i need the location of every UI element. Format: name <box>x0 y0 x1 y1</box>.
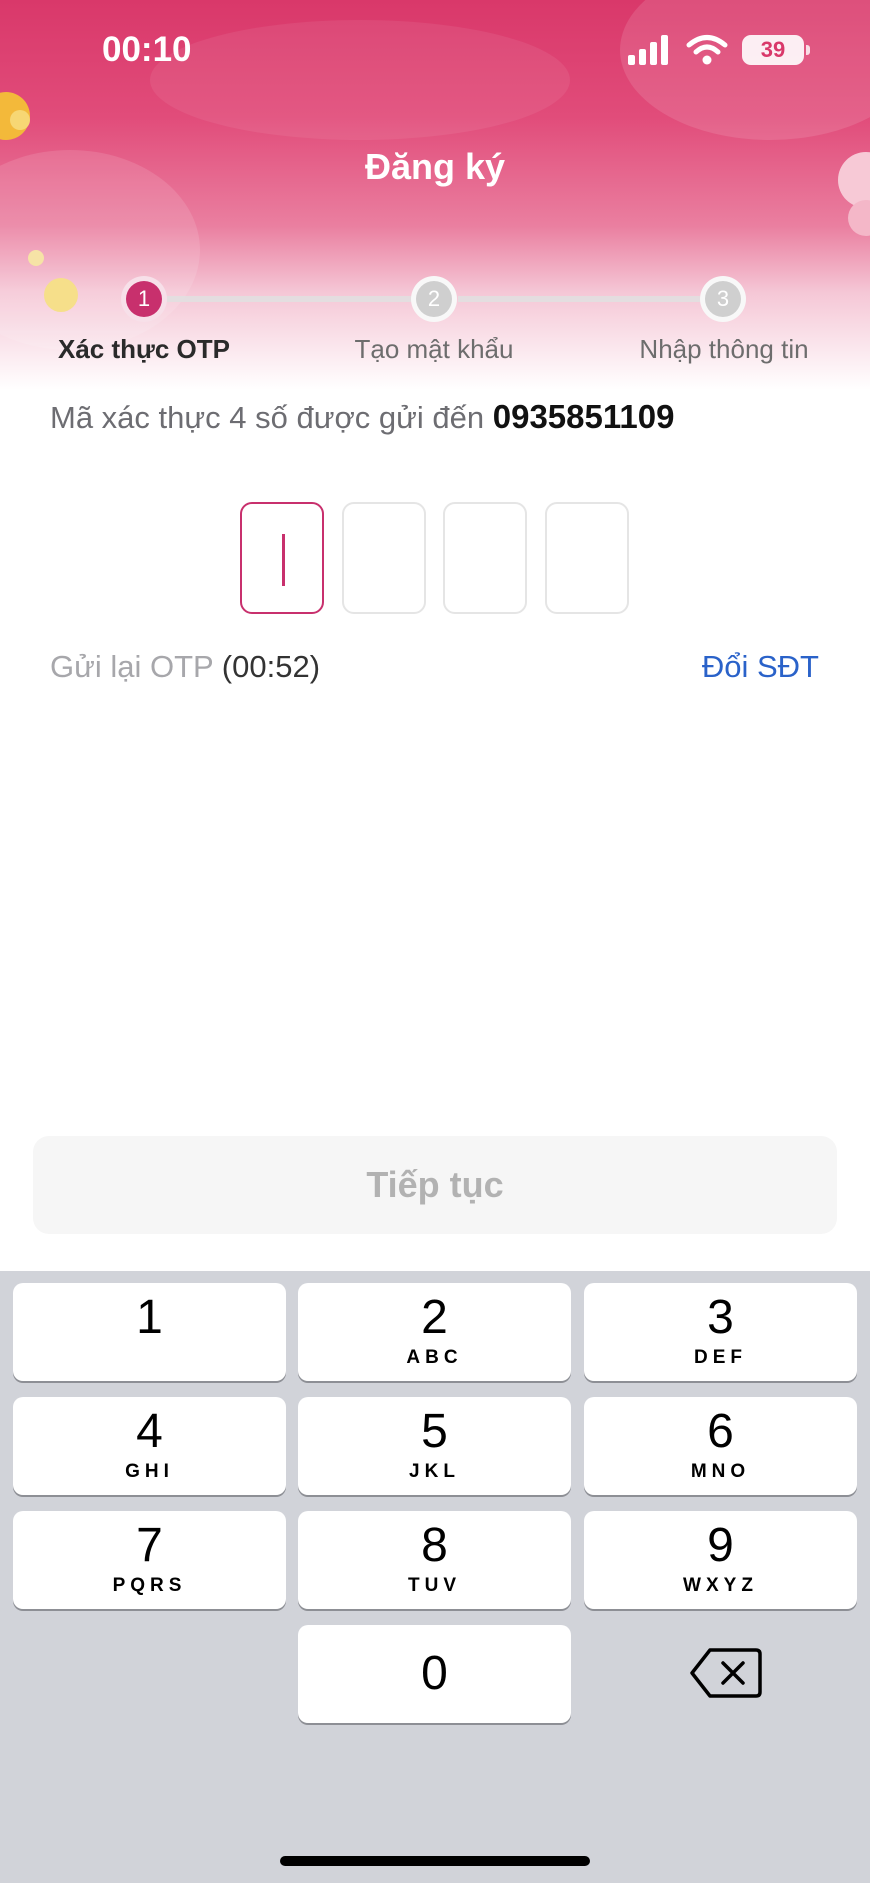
key-digit: 5 <box>421 1405 448 1458</box>
otp-digit-1[interactable] <box>240 502 324 614</box>
status-icons: 39 <box>628 34 810 66</box>
key-digit: 9 <box>707 1519 734 1572</box>
key-1[interactable]: 1 <box>13 1283 286 1381</box>
resend-timer: (00:52) <box>221 649 321 684</box>
key-digit: 8 <box>421 1519 448 1572</box>
key-2[interactable]: 2 ABC <box>298 1283 571 1381</box>
key-5[interactable]: 5 JKL <box>298 1397 571 1495</box>
otp-digit-3[interactable] <box>443 502 527 614</box>
key-letters: PQRS <box>112 1575 187 1596</box>
key-0[interactable]: 0 <box>298 1625 571 1723</box>
step-1-indicator: 1 <box>121 276 167 322</box>
key-digit: 0 <box>421 1647 448 1700</box>
key-letters: DEF <box>694 1347 747 1368</box>
key-letters: ABC <box>406 1347 463 1368</box>
key-digit: 7 <box>136 1519 163 1572</box>
key-7[interactable]: 7 PQRS <box>13 1511 286 1609</box>
resend-label: Gửi lại OTP <box>50 649 214 684</box>
key-letters: GHI <box>125 1461 174 1482</box>
key-6[interactable]: 6 MNO <box>584 1397 857 1495</box>
wifi-icon <box>686 35 728 65</box>
step-2-label: Tạo mật khẩu <box>354 334 514 364</box>
key-3[interactable]: 3 DEF <box>584 1283 857 1381</box>
key-digit: 3 <box>707 1291 734 1344</box>
header-banner: 00:10 39 Đăng ký 1 2 3 Xác thực OTP Tạo … <box>0 0 870 390</box>
key-letters: MNO <box>690 1461 751 1482</box>
battery-icon: 39 <box>742 35 810 65</box>
otp-digit-2[interactable] <box>342 502 426 614</box>
key-9[interactable]: 9 WXYZ <box>584 1511 857 1609</box>
key-digit: 1 <box>136 1291 163 1344</box>
key-letters: TUV <box>408 1575 461 1596</box>
backspace-icon[interactable] <box>688 1646 764 1700</box>
otp-info-text: Mã xác thực 4 số được gửi đến 0935851109 <box>50 398 674 436</box>
key-letters: JKL <box>409 1461 460 1482</box>
status-time: 00:10 <box>102 30 192 69</box>
signal-icon <box>628 35 668 65</box>
continue-button[interactable]: Tiếp tục <box>33 1136 837 1234</box>
key-4[interactable]: 4 GHI <box>13 1397 286 1495</box>
otp-digit-4[interactable] <box>545 502 629 614</box>
key-letters: WXYZ <box>683 1575 758 1596</box>
step-3-indicator: 3 <box>700 276 746 322</box>
step-3-label: Nhập thông tin <box>639 334 809 364</box>
page-title: Đăng ký <box>364 146 506 187</box>
stepper-line <box>167 296 411 302</box>
phone-number: 0935851109 <box>492 398 675 435</box>
otp-message: Mã xác thực 4 số được gửi đến <box>50 400 485 435</box>
resend-otp[interactable]: Gửi lại OTP (00:52) <box>50 649 320 685</box>
step-2-indicator: 2 <box>411 276 457 322</box>
home-indicator <box>280 1856 590 1866</box>
key-digit: 2 <box>421 1291 448 1344</box>
key-8[interactable]: 8 TUV <box>298 1511 571 1609</box>
change-phone-link[interactable]: Đổi SĐT <box>702 649 819 685</box>
text-cursor <box>282 534 285 586</box>
key-digit: 4 <box>136 1405 163 1458</box>
step-1-label: Xác thực OTP <box>58 334 230 364</box>
key-digit: 6 <box>707 1405 734 1458</box>
